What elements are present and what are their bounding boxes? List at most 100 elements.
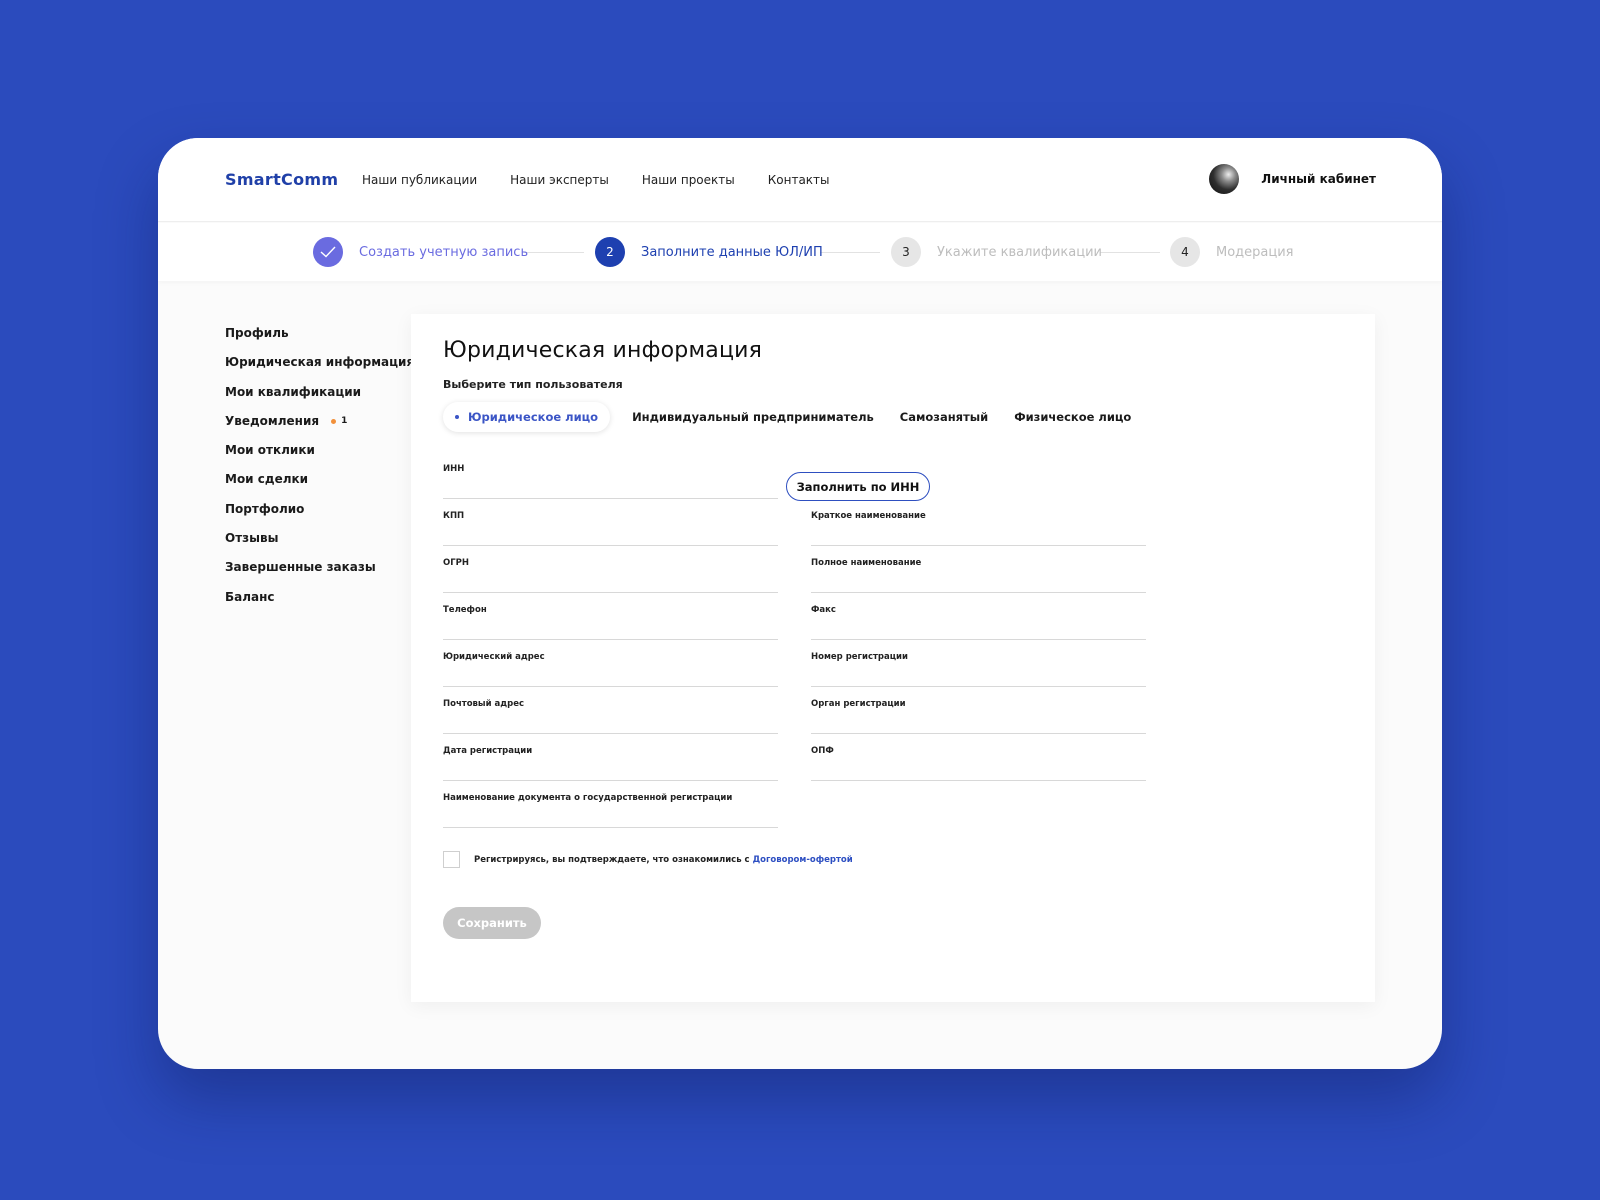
step-create-account: Создать учетную запись [313, 237, 528, 267]
field-label: ИНН [443, 464, 465, 474]
kpp-input[interactable] [443, 525, 778, 543]
step-label: Создать учетную запись [359, 244, 529, 260]
nav-experts[interactable]: Наши эксперты [510, 173, 609, 187]
step-label: Заполните данные ЮЛ/ИП [641, 244, 823, 260]
account-label[interactable]: Личный кабинет [1261, 172, 1376, 186]
step-fill-data: 2 Заполните данные ЮЛ/ИП [595, 237, 823, 267]
sidebar-menu: Профиль Юридическая информация Мои квали… [225, 326, 414, 619]
step-connector [524, 252, 584, 253]
registration-date-field: Дата регистрации [443, 744, 778, 781]
sidebar-item-profile[interactable]: Профиль [225, 326, 414, 355]
account-link[interactable]: Личный кабинет [1209, 164, 1376, 194]
legal-address-field: Юридический адрес [443, 650, 778, 687]
phone-input[interactable] [443, 619, 778, 637]
agree-text-body: Регистрируясь, вы подтверждаете, что озн… [474, 854, 753, 865]
agree-checkbox[interactable] [443, 851, 460, 868]
logo[interactable]: SmartComm [225, 170, 338, 189]
sidebar-item-qualifications[interactable]: Мои квалификации [225, 385, 414, 414]
sidebar-item-balance[interactable]: Баланс [225, 590, 414, 619]
step-label: Модерация [1216, 244, 1294, 260]
field-label: Полное наименование [811, 558, 922, 568]
phone-field: Телефон [443, 603, 778, 640]
full-name-field: Полное наименование [811, 556, 1146, 593]
offer-agreement: Регистрируясь, вы подтверждаете, что озн… [443, 851, 853, 868]
tab-individual-entrepreneur[interactable]: Индивидуальный предприниматель [632, 410, 874, 424]
postal-address-input[interactable] [443, 713, 778, 731]
step-qualifications: 3 Укажите квалификации [891, 237, 1102, 267]
legal-info-card: Юридическая информация Выберите тип поль… [411, 314, 1375, 1002]
selected-dot-icon [455, 415, 459, 419]
inn-input[interactable] [443, 478, 778, 496]
step-connector [1100, 252, 1160, 253]
agree-text: Регистрируясь, вы подтверждаете, что озн… [474, 855, 853, 865]
main-nav: Наши публикации Наши эксперты Наши проек… [362, 173, 863, 187]
inn-field: ИНН [443, 462, 778, 499]
tab-legal-entity[interactable]: Юридическое лицо [443, 402, 611, 432]
field-label: Наименование документа о государственной… [443, 793, 733, 803]
fax-field: Факс [811, 603, 1146, 640]
field-label: Юридический адрес [443, 652, 545, 662]
step-number: 4 [1170, 237, 1200, 267]
user-type-label: Выберите тип пользователя [443, 378, 623, 391]
registration-authority-field: Орган регистрации [811, 697, 1146, 734]
notification-count: 1 [341, 415, 348, 426]
field-label: Почтовый адрес [443, 699, 525, 709]
full-name-input[interactable] [811, 572, 1146, 590]
top-header: SmartComm Наши публикации Наши эксперты … [158, 138, 1442, 222]
notification-dot-icon [331, 418, 337, 424]
fill-by-inn-button[interactable]: Заполнить по ИНН [786, 472, 930, 501]
field-label: Телефон [443, 605, 487, 615]
sidebar-item-responses[interactable]: Мои отклики [225, 443, 414, 472]
save-button[interactable]: Сохранить [443, 907, 541, 939]
nav-contacts[interactable]: Контакты [768, 173, 830, 187]
nav-projects[interactable]: Наши проекты [642, 173, 735, 187]
legal-address-input[interactable] [443, 666, 778, 684]
short-name-field: Краткое наименование [811, 509, 1146, 546]
avatar[interactable] [1209, 164, 1240, 194]
field-label: Номер регистрации [811, 652, 908, 662]
sidebar-item-portfolio[interactable]: Портфолио [225, 502, 414, 531]
nav-publications[interactable]: Наши публикации [362, 173, 477, 187]
sidebar-item-completed-orders[interactable]: Завершенные заказы [225, 560, 414, 589]
sidebar-item-notifications[interactable]: Уведомления 1 [225, 414, 414, 443]
user-type-tabs: Юридическое лицо Индивидуальный предприн… [443, 402, 1157, 432]
field-label: Краткое наименование [811, 511, 926, 521]
field-label: Орган регистрации [811, 699, 906, 709]
postal-address-field: Почтовый адрес [443, 697, 778, 734]
step-number: 3 [891, 237, 921, 267]
app-window: SmartComm Наши публикации Наши эксперты … [158, 138, 1442, 1069]
page-title: Юридическая информация [443, 338, 763, 363]
fax-input[interactable] [811, 619, 1146, 637]
short-name-input[interactable] [811, 525, 1146, 543]
ogrn-input[interactable] [443, 572, 778, 590]
step-number: 2 [595, 237, 625, 267]
kpp-field: КПП [443, 509, 778, 546]
sidebar-item-label: Уведомления [225, 413, 320, 428]
registration-number-field: Номер регистрации [811, 650, 1146, 687]
field-label: Дата регистрации [443, 746, 533, 756]
field-label: КПП [443, 511, 465, 521]
tab-self-employed[interactable]: Самозанятый [900, 410, 988, 424]
registration-document-field: Наименование документа о государственной… [443, 791, 778, 828]
sidebar-item-reviews[interactable]: Отзывы [225, 531, 414, 560]
registration-document-input[interactable] [443, 807, 778, 825]
tab-label: Юридическое лицо [468, 410, 599, 424]
sidebar-item-deals[interactable]: Мои сделки [225, 472, 414, 501]
step-connector [820, 252, 880, 253]
field-label: ОПФ [811, 746, 834, 756]
field-label: Факс [811, 605, 836, 615]
step-label: Укажите квалификации [937, 244, 1102, 260]
ogrn-field: ОГРН [443, 556, 778, 593]
registration-authority-input[interactable] [811, 713, 1146, 731]
opf-input[interactable] [811, 760, 1146, 778]
step-moderation: 4 Модерация [1170, 237, 1294, 267]
registration-stepper: Создать учетную запись 2 Заполните данны… [158, 223, 1442, 281]
check-icon [313, 237, 343, 267]
offer-contract-link[interactable]: Договором-офертой [753, 855, 853, 865]
tab-individual[interactable]: Физическое лицо [1014, 410, 1131, 424]
field-label: ОГРН [443, 558, 469, 568]
sidebar-item-legal-info[interactable]: Юридическая информация [225, 355, 414, 384]
registration-date-input[interactable] [443, 760, 778, 778]
opf-field: ОПФ [811, 744, 1146, 781]
registration-number-input[interactable] [811, 666, 1146, 684]
